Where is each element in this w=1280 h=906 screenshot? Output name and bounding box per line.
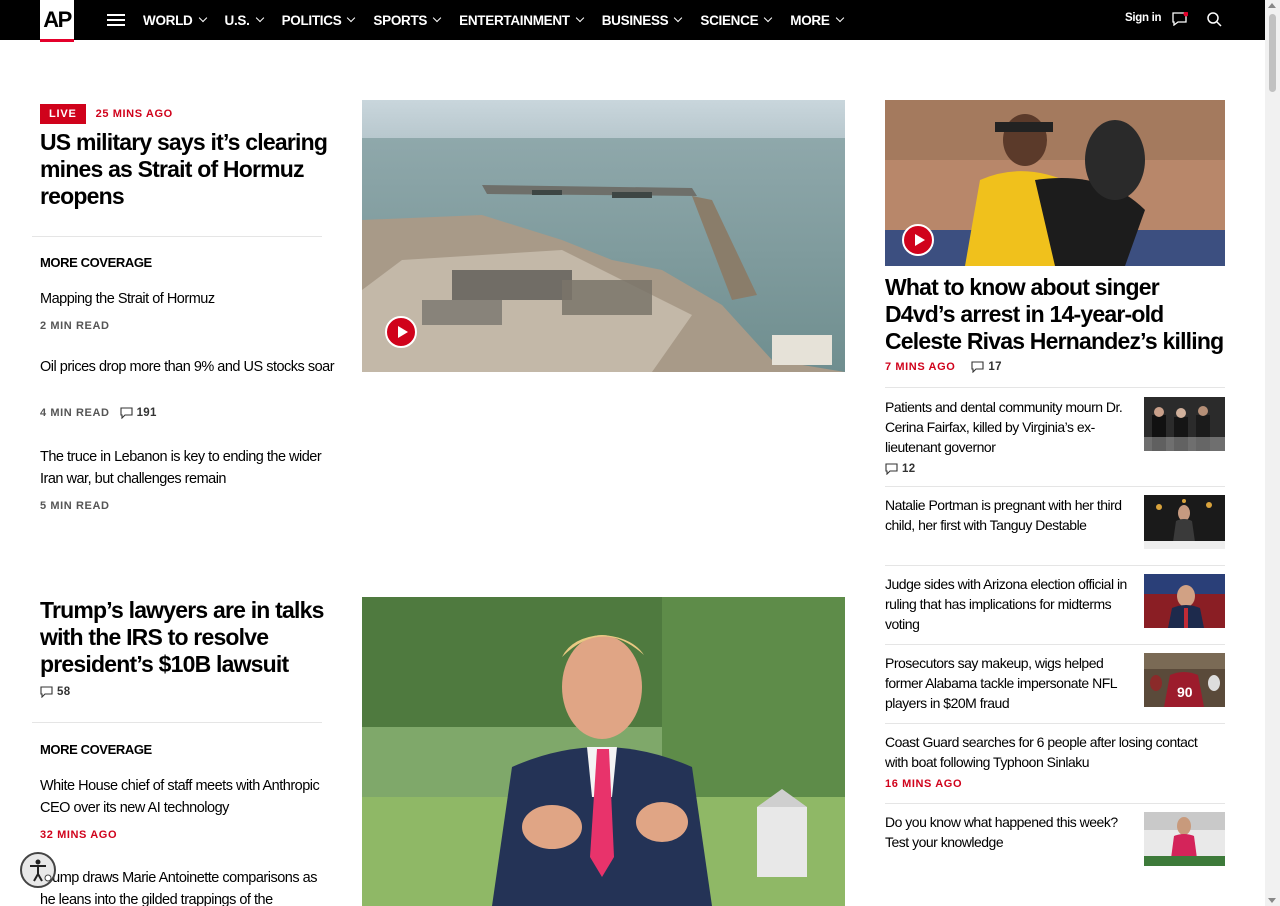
chevron-down-icon (198, 13, 207, 23)
story-thumbnail[interactable] (1144, 812, 1225, 866)
nav-links: WORLD U.S. POLITICS SPORTS ENTERTAINMENT… (143, 0, 862, 40)
nav-more[interactable]: MORE (790, 13, 844, 28)
comment-count[interactable]: 12 (885, 463, 915, 475)
aerial-port-photo (362, 100, 845, 372)
nav-entertainment[interactable]: ENTERTAINMENT (459, 13, 584, 28)
coverage-item-title[interactable]: White House chief of staff meets with An… (40, 775, 335, 819)
divider (32, 236, 322, 237)
divider (885, 644, 1225, 645)
nav-us[interactable]: U.S. (225, 13, 264, 28)
second-meta: 58 (40, 685, 70, 703)
logo-text: AP (43, 6, 72, 32)
coverage-item-title[interactable]: Mapping the Strait of Hormuz (40, 288, 335, 310)
lead-headline[interactable]: US military says it’s clearing mines as … (40, 129, 330, 210)
story-headline[interactable]: Do you know what happened this week? Tes… (885, 812, 1135, 852)
story-headline[interactable]: Coast Guard searches for 6 people after … (885, 732, 1205, 772)
chevron-down-icon (764, 13, 773, 23)
second-headline[interactable]: Trump’s lawyers are in talks with the IR… (40, 597, 330, 678)
divider (885, 803, 1225, 804)
lead-image[interactable] (362, 100, 845, 372)
divider (885, 723, 1225, 724)
comment-icon (40, 686, 53, 698)
page-scrollbar[interactable] (1265, 0, 1280, 906)
scroll-thumb[interactable] (1269, 14, 1276, 92)
scroll-up-arrow-icon[interactable] (1268, 3, 1276, 8)
nav-business[interactable]: BUSINESS (602, 13, 683, 28)
chevron-down-icon (432, 13, 442, 23)
ap-logo[interactable]: AP (40, 0, 74, 42)
story-headline[interactable]: Patients and dental community mourn Dr. … (885, 397, 1135, 457)
coverage-item-meta: 4 MIN READ 191 (40, 407, 157, 419)
read-time: 4 MIN READ (40, 407, 110, 419)
play-video-button[interactable] (385, 316, 417, 348)
story-thumbnail[interactable]: 90 (1144, 653, 1225, 707)
lead-meta: LIVE 25 MINS AGO (40, 104, 173, 124)
timestamp: 7 MINS AGO (885, 361, 956, 373)
singer-photo (885, 100, 1225, 266)
story-thumbnail[interactable] (1144, 397, 1225, 451)
nav-science[interactable]: SCIENCE (700, 13, 773, 28)
story-headline[interactable]: Prosecutors say makeup, wigs helped form… (885, 653, 1140, 713)
divider (885, 387, 1225, 388)
coverage-item-title[interactable]: Oil prices drop more than 9% and US stoc… (40, 356, 335, 378)
comment-count[interactable]: 58 (40, 686, 70, 698)
comment-icon (971, 361, 984, 373)
story-thumbnail[interactable] (1144, 495, 1225, 549)
coverage-item-title[interactable]: The truce in Lebanon is key to ending th… (40, 446, 335, 490)
coverage-item-title[interactable]: Trump draws Marie Antoinette comparisons… (40, 867, 335, 906)
divider (885, 486, 1225, 487)
search-icon[interactable] (1207, 12, 1222, 27)
chevron-down-icon (347, 13, 356, 23)
comment-count[interactable]: 191 (120, 407, 157, 419)
comment-icon (120, 407, 133, 419)
play-video-button[interactable] (902, 224, 934, 256)
scroll-down-arrow-icon[interactable] (1268, 898, 1276, 903)
comment-count[interactable]: 17 (971, 361, 1001, 373)
live-badge: LIVE (40, 104, 86, 124)
story-headline[interactable]: Judge sides with Arizona election offici… (885, 574, 1135, 634)
right-lead-headline[interactable]: What to know about singer D4vd’s arrest … (885, 274, 1225, 355)
speaker-photo (362, 597, 845, 906)
nav-sports[interactable]: SPORTS (373, 13, 442, 28)
accessibility-button[interactable] (20, 852, 56, 888)
divider (885, 565, 1225, 566)
jersey-number: 90 (1177, 684, 1193, 700)
timestamp: 16 MINS AGO (885, 778, 963, 790)
chevron-down-icon (835, 13, 844, 23)
sign-in-link[interactable]: Sign in (1125, 12, 1162, 24)
story-thumbnail[interactable] (1144, 574, 1225, 628)
accessibility-icon (30, 859, 52, 882)
nav-world[interactable]: WORLD (143, 13, 207, 28)
read-time: 5 MIN READ (40, 500, 110, 512)
more-coverage-heading: MORE COVERAGE (40, 742, 152, 757)
nav-politics[interactable]: POLITICS (282, 13, 356, 28)
second-image[interactable] (362, 597, 845, 906)
right-lead-meta: 7 MINS AGO 17 (885, 361, 1002, 373)
more-coverage-heading: MORE COVERAGE (40, 255, 152, 270)
divider (32, 722, 322, 723)
chevron-down-icon (255, 13, 264, 23)
comment-icon (885, 463, 898, 475)
story-headline[interactable]: Natalie Portman is pregnant with her thi… (885, 495, 1135, 535)
lead-timestamp: 25 MINS AGO (95, 108, 173, 120)
menu-icon[interactable] (107, 14, 125, 26)
comments-icon[interactable] (1172, 12, 1188, 26)
read-time: 2 MIN READ (40, 320, 110, 332)
chevron-down-icon (575, 13, 584, 23)
right-lead-image[interactable] (885, 100, 1225, 266)
timestamp: 32 MINS AGO (40, 829, 118, 841)
top-navigation: AP WORLD U.S. POLITICS SPORTS ENTERTAINM… (0, 0, 1265, 42)
story-meta: 12 (885, 462, 915, 480)
chevron-down-icon (674, 13, 683, 23)
